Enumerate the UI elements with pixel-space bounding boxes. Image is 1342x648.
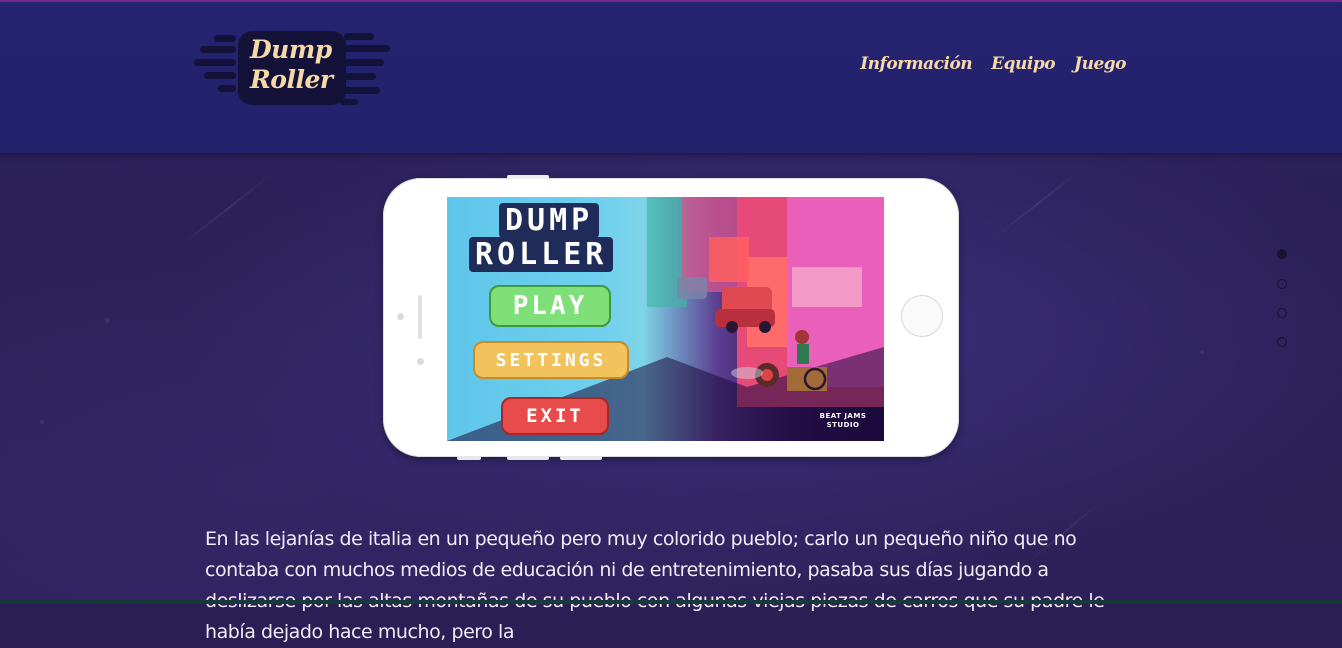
phone-top-button — [507, 175, 549, 179]
phone-side-button — [507, 456, 549, 460]
game-play-button[interactable]: PLAY — [489, 285, 611, 327]
studio-line-1: BEAT JAMS — [819, 412, 867, 420]
nav-link-juego[interactable]: Juego — [1074, 54, 1126, 74]
background-dust — [105, 318, 110, 323]
phone-side-button — [457, 456, 481, 460]
story-paragraph: En las lejanías de italia en un pequeño … — [205, 528, 1105, 643]
slider-dot-1[interactable] — [1277, 249, 1287, 259]
background-dust — [40, 420, 44, 424]
phone-side-button — [560, 456, 602, 460]
phone-home-button — [901, 295, 943, 337]
game-title-line-1: DUMP — [499, 203, 600, 238]
nav-link-informacion[interactable]: Información — [860, 54, 972, 74]
logo-line-1: Dump — [250, 35, 332, 64]
site-logo[interactable]: Dump Roller — [194, 27, 392, 109]
studio-credit: BEAT JAMS STUDIO — [813, 412, 873, 430]
logo-text: Dump Roller — [250, 35, 333, 95]
nav-link-equipo[interactable]: Equipo — [991, 54, 1055, 74]
game-exit-button[interactable]: EXIT — [501, 397, 609, 435]
slider-dot-2[interactable] — [1277, 279, 1287, 289]
bottom-edge — [0, 600, 1342, 604]
site-header: Dump Roller Información Equipo Juego — [0, 2, 1342, 153]
background-streak — [989, 166, 1086, 242]
background-dust — [1200, 350, 1204, 354]
main-nav: Información Equipo Juego — [860, 54, 1126, 74]
logo-line-2: Roller — [250, 65, 333, 94]
slider-dot-4[interactable] — [1277, 337, 1287, 347]
slider-dot-3[interactable] — [1277, 308, 1287, 318]
game-screenshot: DUMP ROLLER PLAY SETTINGS EXIT BEAT JAMS… — [447, 197, 884, 441]
phone-sensor-dot — [417, 358, 424, 365]
phone-speaker — [418, 295, 422, 339]
phone-camera-dot — [397, 313, 404, 320]
game-settings-button[interactable]: SETTINGS — [473, 341, 629, 379]
background-streak — [179, 171, 276, 247]
phone-mockup: DUMP ROLLER PLAY SETTINGS EXIT BEAT JAMS… — [383, 175, 959, 460]
studio-line-2: STUDIO — [826, 421, 860, 429]
game-title-line-2: ROLLER — [469, 237, 614, 272]
